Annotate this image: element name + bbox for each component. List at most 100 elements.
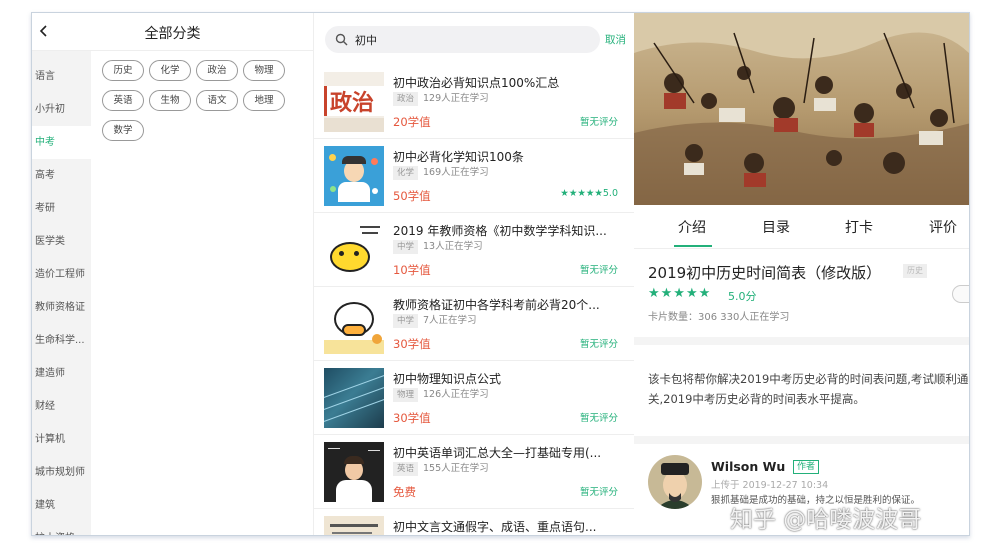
- sidebar-item[interactable]: 教师资格证: [32, 291, 91, 324]
- category-panel: 全部分类 语言 小升初 中考 高考 考研 医学类 造价工程师 教师资格证 生命科…: [32, 13, 313, 535]
- course-price: 30学值: [393, 411, 431, 425]
- course-rating: 暂无评分: [579, 117, 618, 128]
- sidebar-item[interactable]: 考研: [32, 192, 91, 225]
- result-row[interactable]: 初中物理知识点公式 物理 126人正在学习 30学值 暂无评分: [314, 361, 635, 435]
- sidebar-item[interactable]: 造价工程师: [32, 258, 91, 291]
- author-name[interactable]: Wilson Wu: [711, 459, 785, 474]
- course-title: 初中物理知识点公式: [393, 372, 502, 386]
- sidebar-item[interactable]: 城市规划师: [32, 456, 91, 489]
- detail-meta: 卡片数量：306 330人正在学习: [648, 312, 790, 323]
- tag-chip[interactable]: 生物: [149, 90, 191, 111]
- sidebar-item[interactable]: 建造师: [32, 357, 91, 390]
- result-row[interactable]: 2019 年教师资格《初中数学学科知识... 中学 13人正在学习 10学值 暂…: [314, 213, 635, 287]
- course-thumbnail: 政治: [324, 72, 384, 132]
- course-price: 20学值: [393, 115, 431, 129]
- tab-checkin[interactable]: 打卡: [845, 217, 873, 237]
- rating-score: 5.0分: [728, 290, 757, 303]
- result-row[interactable]: 初中英语单词汇总大全—打基础专用(... 英语 155人正在学习 免费 暂无评分: [314, 435, 635, 509]
- sidebar-item[interactable]: 财经: [32, 390, 91, 423]
- course-rating: ★★★★★5.0: [560, 188, 618, 199]
- tag-chip[interactable]: 化学: [149, 60, 191, 81]
- course-detail-panel: 介绍 目录 打卡 评价 2019初中历史时间简表（修改版） 历史 ★★★★★ 5…: [634, 13, 969, 535]
- subject-badge: 化学: [393, 166, 419, 180]
- result-row[interactable]: 初中必背化学知识100条 化学 169人正在学习 50学值 ★★★★★5.0: [314, 139, 635, 213]
- course-price: 10学值: [393, 263, 431, 277]
- course-title: 初中政治必背知识点100%汇总: [393, 76, 560, 90]
- course-thumbnail: [324, 220, 384, 280]
- course-thumbnail: [324, 294, 384, 354]
- learner-count: 169人正在学习: [423, 167, 489, 178]
- sidebar-item[interactable]: 高考: [32, 159, 91, 192]
- battle-painting-image: [634, 13, 969, 205]
- tag-chip[interactable]: 政治: [196, 60, 238, 81]
- tag-chip[interactable]: 英语: [102, 90, 144, 111]
- course-rating: 暂无评分: [579, 265, 618, 276]
- search-icon: [335, 33, 348, 46]
- result-row[interactable]: 政治 初中政治必背知识点100%汇总 政治 129人正在学习 20学值 暂无评分: [314, 65, 635, 139]
- course-thumbnail: [324, 516, 384, 535]
- course-title: 初中英语单词汇总大全—打基础专用(...: [393, 446, 602, 460]
- cover-painting: [634, 13, 969, 205]
- tab-intro[interactable]: 介绍: [678, 217, 706, 237]
- subject-badge: 物理: [393, 388, 419, 402]
- rating-stars: ★★★★★: [648, 286, 712, 301]
- tag-chip[interactable]: 语文: [196, 90, 238, 111]
- course-thumbnail: [324, 146, 384, 206]
- learner-count: 155人正在学习: [423, 463, 489, 474]
- learner-count: 7人正在学习: [423, 315, 477, 326]
- course-price: 免费: [393, 485, 416, 499]
- course-title: 教师资格证初中各学科考前必背20个...: [393, 298, 600, 312]
- course-rating: 暂无评分: [579, 339, 618, 350]
- sidebar-item[interactable]: 医学类: [32, 225, 91, 258]
- learner-count: 126人正在学习: [423, 389, 489, 400]
- category-title: 全部分类: [144, 26, 201, 42]
- sidebar-item-active[interactable]: 中考: [32, 126, 91, 159]
- course-price: 50学值: [393, 189, 431, 203]
- course-title: 2019 年教师资格《初中数学学科知识...: [393, 224, 607, 238]
- course-title: 初中文言文通假字、成语、重点语句...: [393, 520, 597, 534]
- sidebar-item[interactable]: 建筑: [32, 489, 91, 522]
- course-rating: 暂无评分: [579, 487, 618, 498]
- detail-tabs: 介绍 目录 打卡 评价: [634, 205, 969, 249]
- upload-date: 上传于 2019-12-27 10:34: [711, 480, 829, 491]
- detail-title: 2019初中历史时间简表（修改版）: [648, 264, 882, 282]
- sidebar-item[interactable]: 护士资格...: [32, 522, 91, 535]
- sidebar-item[interactable]: 计算机: [32, 423, 91, 456]
- author-role-badge: 作者: [793, 460, 820, 474]
- search-results-panel: 初中 取消 政治 初中政治必背知识点100%汇总 政治 129人正在学习 20学…: [313, 13, 635, 535]
- section-divider: [634, 436, 969, 444]
- subject-badge: 英语: [393, 462, 419, 476]
- tab-catalog[interactable]: 目录: [762, 217, 790, 237]
- tag-chip[interactable]: 物理: [243, 60, 285, 81]
- site-watermark: 知乎 @哈喽波波哥: [730, 507, 922, 533]
- learner-count: 13人正在学习: [423, 241, 483, 252]
- sidebar-item[interactable]: 生命科学...: [32, 324, 91, 357]
- category-header: 全部分类: [32, 13, 313, 51]
- tag-chip[interactable]: 地理: [243, 90, 285, 111]
- search-value: 初中: [355, 34, 377, 47]
- tag-chip[interactable]: 数学: [102, 120, 144, 141]
- share-button[interactable]: [952, 285, 969, 303]
- search-input[interactable]: 初中: [325, 26, 600, 53]
- subject-badge: 政治: [393, 92, 419, 106]
- result-row[interactable]: 初中文言文通假字、成语、重点语句...: [314, 509, 635, 535]
- thumb-text: 政治: [330, 90, 375, 116]
- course-price: 30学值: [393, 337, 431, 351]
- cancel-button[interactable]: 取消: [605, 32, 626, 47]
- author-avatar[interactable]: [648, 455, 702, 509]
- active-tab-indicator: [674, 245, 712, 247]
- tab-reviews[interactable]: 评价: [929, 217, 957, 237]
- learner-count: 129人正在学习: [423, 93, 489, 104]
- app-window: 全部分类 语言 小升初 中考 高考 考研 医学类 造价工程师 教师资格证 生命科…: [31, 12, 970, 536]
- sidebar-item[interactable]: 语言: [32, 60, 91, 93]
- course-thumbnail: [324, 368, 384, 428]
- result-row[interactable]: 教师资格证初中各学科考前必背20个... 中学 7人正在学习 30学值 暂无评分: [314, 287, 635, 361]
- category-sidebar: 语言 小升初 中考 高考 考研 医学类 造价工程师 教师资格证 生命科学... …: [32, 51, 91, 535]
- subject-badge: 中学: [393, 240, 419, 254]
- course-rating: 暂无评分: [579, 413, 618, 424]
- sidebar-item[interactable]: 小升初: [32, 93, 91, 126]
- tag-chip[interactable]: 历史: [102, 60, 144, 81]
- detail-description: 该卡包将帮你解决2019中考历史必背的时间表问题,考试顺利通关,2019中考历史…: [648, 372, 969, 406]
- course-title: 初中必背化学知识100条: [393, 150, 524, 164]
- subject-badge: 中学: [393, 314, 419, 328]
